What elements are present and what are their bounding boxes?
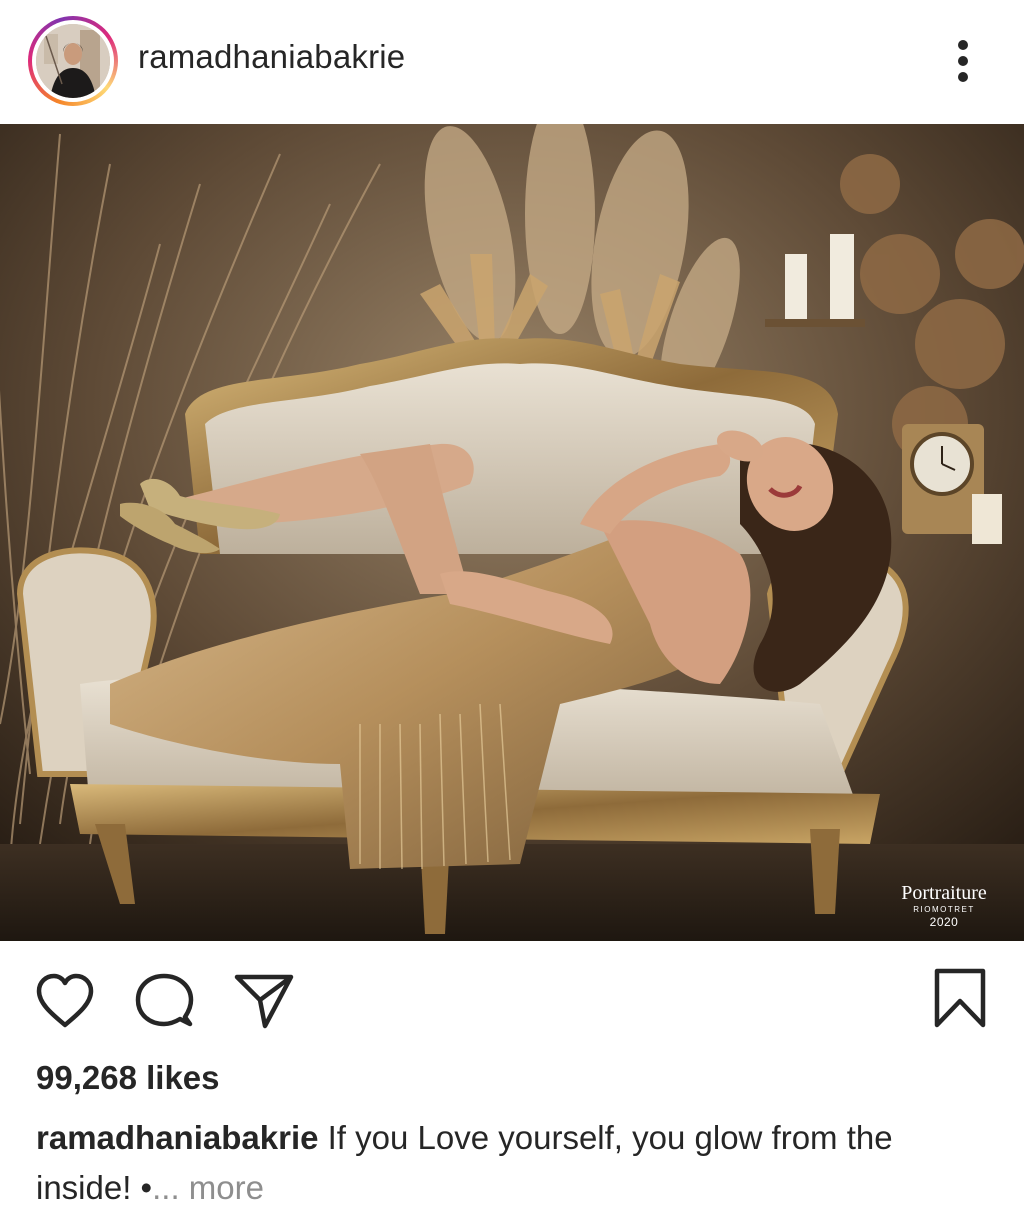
like-button[interactable] (34, 971, 96, 1031)
avatar-border (32, 20, 114, 102)
post-photo-image (0, 124, 1024, 941)
caption-more-link[interactable]: ... more (152, 1169, 264, 1206)
comment-icon (135, 973, 194, 1027)
save-button[interactable] (930, 967, 990, 1031)
watermark-brand: Portraiture (901, 882, 987, 904)
story-ring[interactable] (28, 16, 118, 106)
post-header: ramadhaniabakrie (0, 0, 1024, 122)
more-vertical-icon-dot (958, 56, 968, 66)
more-vertical-icon-dot (958, 72, 968, 82)
avatar-image (36, 24, 110, 98)
heart-icon (36, 973, 94, 1028)
action-bar (0, 941, 1024, 1051)
caption-username[interactable]: ramadhaniabakrie (36, 1119, 318, 1156)
bookmark-icon (934, 968, 986, 1028)
comment-button[interactable] (133, 971, 195, 1031)
post-photo[interactable]: Portraiture RIOMOTRET 2020 (0, 124, 1024, 941)
post-username[interactable]: ramadhaniabakrie (138, 38, 405, 76)
watermark-year: 2020 (929, 915, 959, 929)
photo-watermark: Portraiture RIOMOTRET 2020 (886, 882, 1002, 929)
more-vertical-icon (958, 40, 968, 50)
send-icon (234, 974, 294, 1029)
avatar[interactable] (36, 24, 110, 98)
likes-count[interactable]: 99,268 likes (36, 1059, 220, 1097)
share-button[interactable] (233, 971, 295, 1031)
post-caption: ramadhaniabakrie If you Love yourself, y… (36, 1113, 986, 1213)
more-options-button[interactable] (946, 36, 982, 86)
